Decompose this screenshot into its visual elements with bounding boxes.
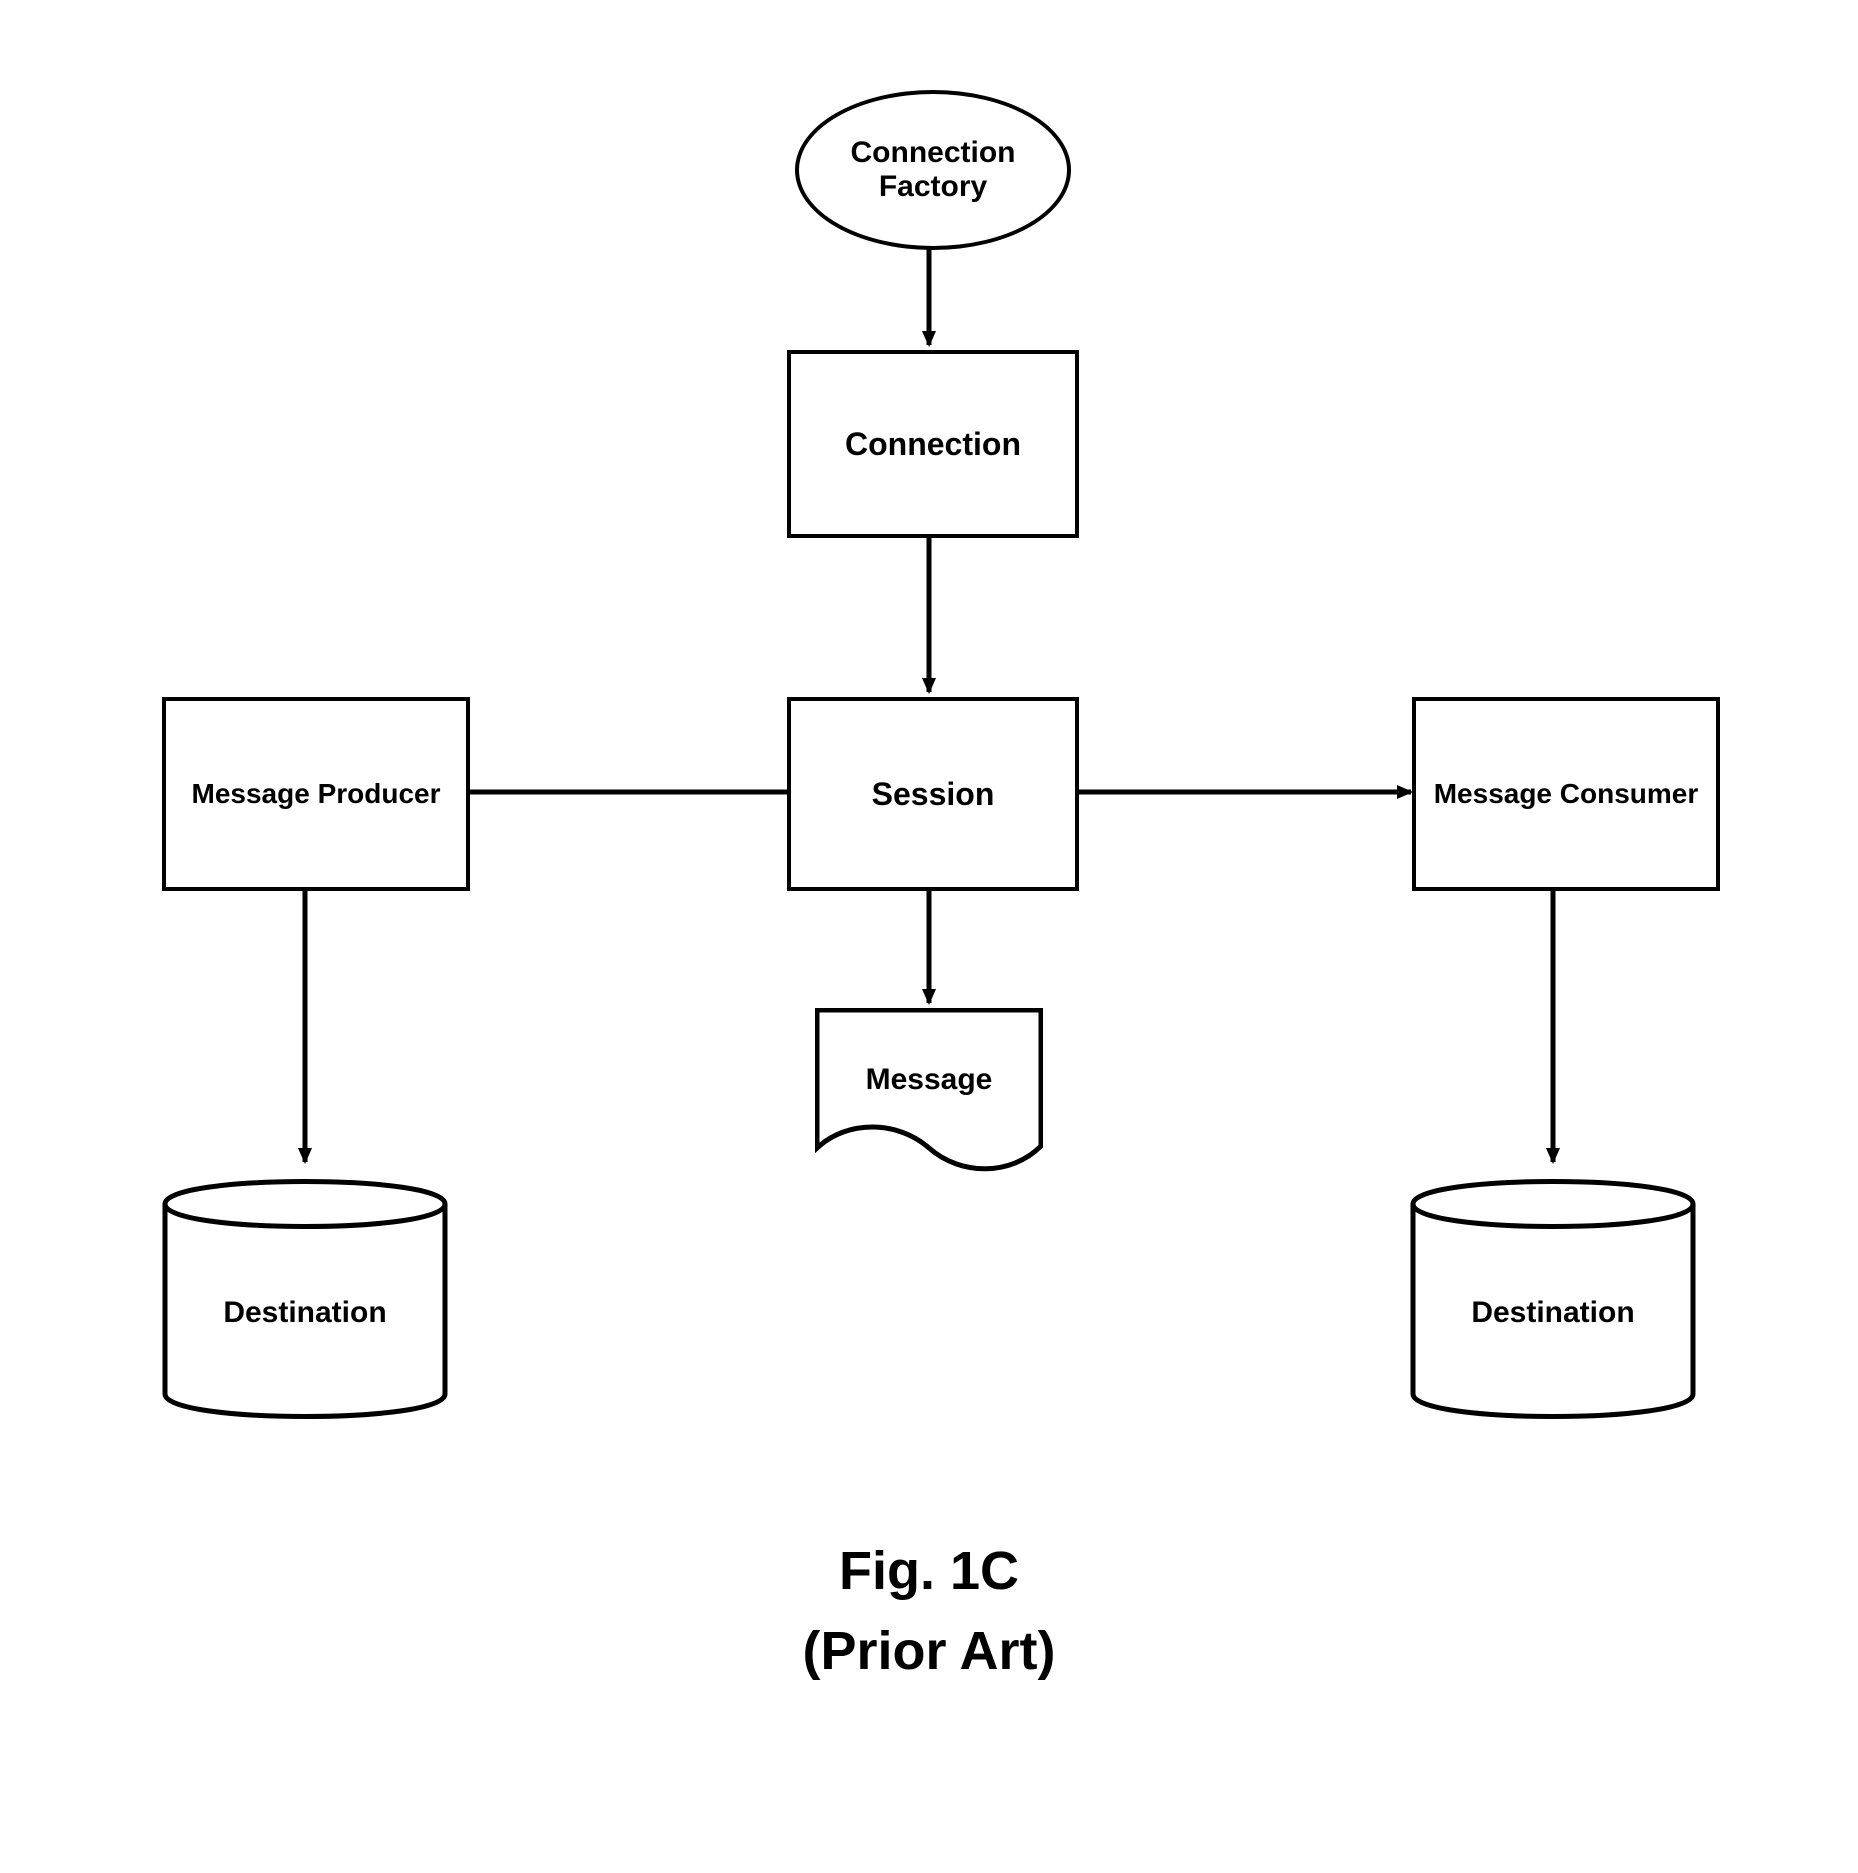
label-message-producer: Message Producer bbox=[192, 778, 441, 810]
label-connection-factory: Connection Factory bbox=[851, 136, 1016, 205]
figure-caption-line1: Fig. 1C bbox=[650, 1540, 1208, 1602]
node-destination-left: Destination bbox=[162, 1168, 448, 1430]
label-message-consumer: Message Consumer bbox=[1434, 778, 1699, 810]
node-message-consumer: Message Consumer bbox=[1412, 697, 1720, 891]
label-connection: Connection bbox=[845, 426, 1021, 463]
node-session: Session bbox=[787, 697, 1079, 891]
diagram-canvas: Connection Factory Connection Session Me… bbox=[0, 0, 1858, 1873]
label-session: Session bbox=[872, 776, 995, 813]
label-destination-right: Destination bbox=[1410, 1296, 1696, 1330]
node-destination-right: Destination bbox=[1410, 1168, 1696, 1430]
node-connection: Connection bbox=[787, 350, 1079, 538]
figure-caption-line2: (Prior Art) bbox=[650, 1620, 1208, 1682]
label-destination-left: Destination bbox=[162, 1296, 448, 1330]
node-message: Message bbox=[815, 1008, 1043, 1173]
node-connection-factory: Connection Factory bbox=[795, 90, 1071, 250]
label-message: Message bbox=[815, 1063, 1043, 1097]
node-message-producer: Message Producer bbox=[162, 697, 470, 891]
